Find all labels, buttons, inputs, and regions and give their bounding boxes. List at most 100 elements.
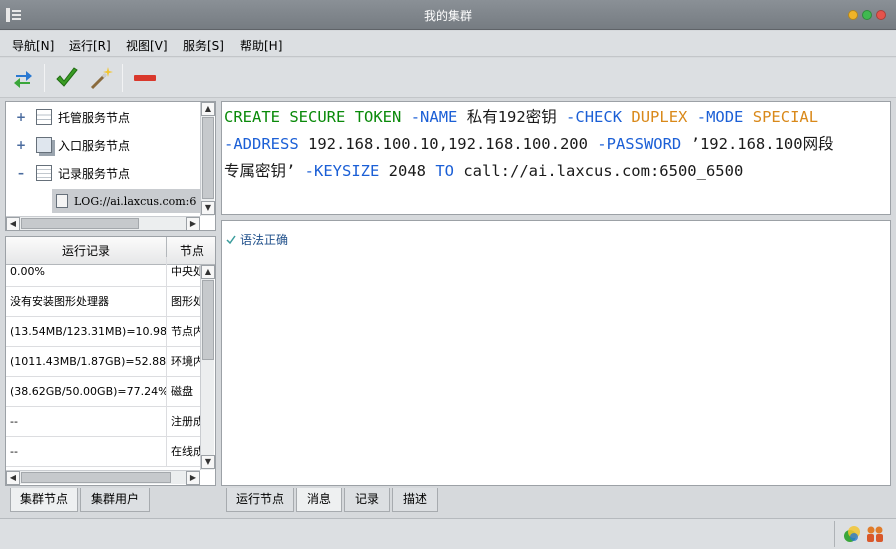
tree-item-label: 记录服务节点 [58,166,131,181]
cell-node: 节点内 [171,325,200,338]
table-row[interactable]: (1011.43MB/1.87GB)=52.88% 环境内 [6,347,200,377]
expand-toggle[interactable]: + [14,138,28,152]
command-token [280,108,289,126]
cell-node: 图形处 [171,295,200,308]
command-token [743,108,752,126]
check-button[interactable] [52,63,82,93]
table-row[interactable]: 没有安装图形处理器图形处 [6,287,200,317]
remove-button[interactable] [130,63,160,93]
storage-node-icon [36,109,52,125]
tree-child-label: LOG://ai.laxcus.com:6 [74,194,197,208]
command-token: 2048 [379,162,436,180]
table-row[interactable]: -- 在线成 [6,437,200,467]
tree-child-log-node[interactable]: LOG://ai.laxcus.com:6 [52,189,200,213]
command-token: -NAME [410,108,458,126]
refresh-button[interactable] [8,63,38,93]
magic-wand-icon [90,67,113,90]
command-line: -ADDRESS 192.168.100.10,192.168.100.200 … [224,131,884,158]
command-token [401,108,410,126]
command-token [622,108,631,126]
tab-messages[interactable]: 消息 [296,488,342,512]
command-token: CREATE [224,108,280,126]
menu-run[interactable]: 运行[R] [69,37,111,54]
toolbar [0,58,896,98]
minimize-button[interactable] [848,10,858,20]
scroll-thumb[interactable] [202,280,214,360]
command-line: 专属密钥’ -KEYSIZE 2048 TO call://ai.laxcus.… [224,158,884,185]
cell-node: 注册成 [171,415,200,428]
scroll-right-arrow[interactable]: ▶ [186,217,200,231]
scroll-right-arrow[interactable]: ▶ [186,471,200,485]
menu-bar: 导航[N] 运行[R] 视图[V] 服务[S] 帮助[H] [0,31,896,57]
command-token: TO [435,162,454,180]
command-token: -CHECK [566,108,623,126]
command-line: CREATE SECURE TOKEN -NAME 私有192密钥 -CHECK… [224,104,884,131]
command-token: TOKEN [354,108,402,126]
expand-toggle[interactable]: + [14,110,28,124]
tab-cluster-users[interactable]: 集群用户 [80,488,150,512]
result-panel: 语法正确 [221,220,891,486]
status-bar [0,518,896,549]
command-token: SPECIAL [752,108,819,126]
maximize-button[interactable] [862,10,872,20]
tab-records[interactable]: 记录 [344,488,390,512]
cell-node: 中央处 [171,265,200,278]
tree-item-log[interactable]: – 记录服务节点 [6,161,200,185]
check-icon [226,235,236,244]
command-token: ’192.168.100网段 [681,135,834,153]
checkmark-icon [56,67,78,87]
minus-icon [134,75,156,81]
command-token: DUPLEX [631,108,688,126]
scroll-down-arrow[interactable]: ▼ [201,455,215,469]
menu-navigate[interactable]: 导航[N] [12,37,54,54]
tree-item-storage[interactable]: + 托管服务节点 [6,105,200,129]
cluster-tree: + 托管服务节点 + 入口服务节点 – 记录服务节点 LOG://ai.laxc… [5,101,216,231]
menu-help[interactable]: 帮助[H] [240,37,282,54]
scroll-up-arrow[interactable]: ▲ [201,102,215,116]
scroll-thumb[interactable] [21,472,171,483]
collapse-toggle[interactable]: – [14,166,28,180]
cell-record: -- [6,437,167,467]
command-token: 私有192密钥 [457,108,567,126]
tree-item-label: 入口服务节点 [58,138,131,153]
scroll-down-arrow[interactable]: ▼ [201,201,215,215]
scroll-left-arrow[interactable]: ◀ [6,217,20,231]
table-row[interactable]: (13.54MB/123.31MB)=10.98% 节点内 [6,317,200,347]
command-token [345,108,354,126]
tab-running-nodes[interactable]: 运行节点 [226,488,294,512]
cell-node: 环境内 [171,355,200,368]
menu-view[interactable]: 视图[V] [126,37,168,54]
entry-node-icon [36,137,52,153]
cell-node: 在线成 [171,445,200,458]
close-button[interactable] [876,10,886,20]
left-tab-strip: 集群节点 集群用户 [10,488,216,512]
table-row[interactable]: -- 注册成 [6,407,200,437]
menu-service[interactable]: 服务[S] [183,37,224,54]
table-vertical-scrollbar[interactable]: ▲ ▼ [200,265,215,470]
command-token: SECURE [289,108,346,126]
scroll-left-arrow[interactable]: ◀ [6,471,20,485]
cell-record: (13.54MB/123.31MB)=10.98% [6,317,167,347]
cell-record: 没有安装图形处理器 [6,287,167,317]
table-row[interactable]: (38.62GB/50.00GB)=77.24% 磁盘 [6,377,200,407]
scroll-up-arrow[interactable]: ▲ [201,265,215,279]
tree-vertical-scrollbar[interactable]: ▲ ▼ [200,102,215,216]
wizard-button[interactable] [86,63,116,93]
tab-description[interactable]: 描述 [392,488,438,512]
table-row[interactable]: 0.00% 中央处 [6,257,200,287]
result-text: 语法正确 [240,233,289,247]
network-status-icon[interactable] [843,525,861,543]
users-status-icon[interactable] [866,525,884,543]
node-file-icon [56,194,68,208]
tab-cluster-nodes[interactable]: 集群节点 [10,488,78,512]
command-token: -ADDRESS [224,135,299,153]
table-horizontal-scrollbar[interactable]: ◀ ▶ [6,470,200,485]
command-token: -PASSWORD [597,135,682,153]
tree-item-entry[interactable]: + 入口服务节点 [6,133,200,157]
tree-horizontal-scrollbar[interactable]: ◀ ▶ [6,216,200,231]
scroll-thumb[interactable] [21,218,139,229]
command-token: -KEYSIZE [304,162,380,180]
bottom-tab-strip: 运行节点 消息 记录 描述 [226,488,446,512]
cell-record: (1011.43MB/1.87GB)=52.88% [6,347,167,377]
scroll-thumb[interactable] [202,117,214,199]
